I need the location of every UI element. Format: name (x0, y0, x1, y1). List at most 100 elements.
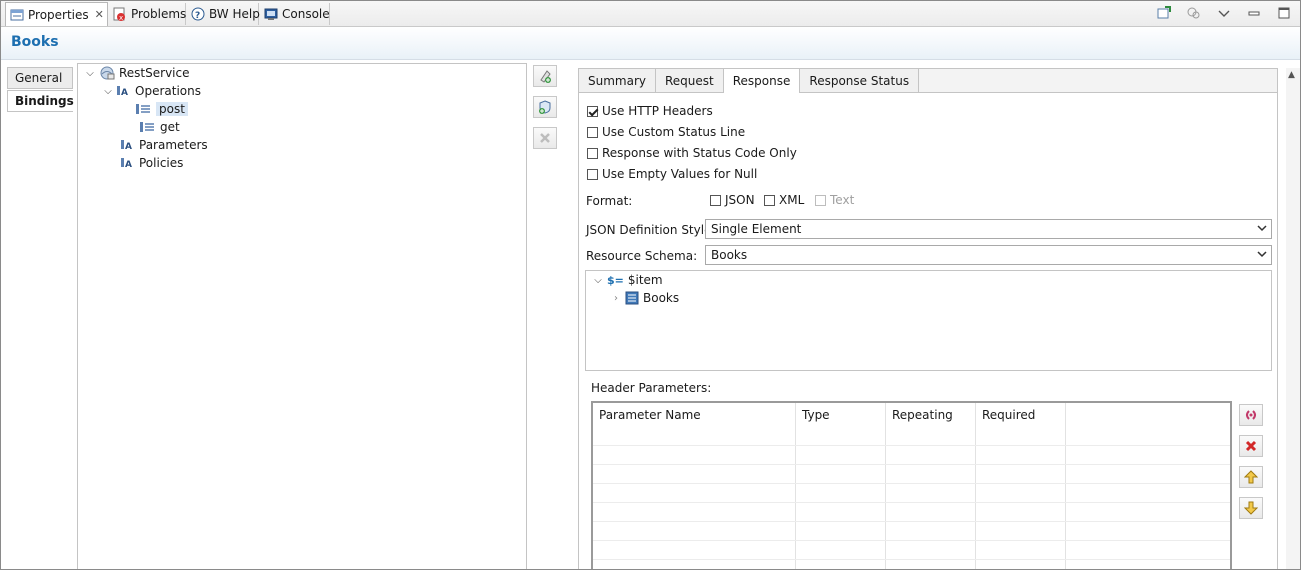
delete-icon (540, 133, 550, 143)
view-menu-icon[interactable] (1216, 5, 1232, 21)
tree-node-operations[interactable]: ⌵ A Operations (102, 82, 201, 100)
format-label: Format: (586, 194, 633, 208)
checkbox-label: Use Custom Status Line (602, 125, 746, 139)
tab-summary[interactable]: Summary (579, 69, 656, 92)
tab-label: Bindings (15, 94, 74, 108)
header-parameters-table[interactable]: Parameter Name Type Repeating Required (591, 401, 1232, 569)
checkbox-label: XML (779, 193, 805, 207)
tab-response[interactable]: Response (723, 69, 801, 93)
chevron-down-icon[interactable]: ⌵ (592, 275, 604, 286)
checkbox-checked[interactable] (587, 105, 598, 117)
table-row[interactable] (593, 559, 1230, 569)
tree-node-post[interactable]: post (136, 100, 188, 118)
tab-label: Response Status (809, 73, 910, 88)
empty-values-null-checkbox[interactable]: Use Empty Values for Null (587, 167, 757, 181)
checkbox-box[interactable] (587, 126, 598, 138)
help-icon: ? (191, 7, 205, 21)
resource-schema-dropdown[interactable]: Books (705, 245, 1272, 265)
tab-problems[interactable]: x Problems (109, 3, 186, 25)
minimize-icon[interactable] (1246, 5, 1262, 21)
close-icon[interactable]: ✕ (95, 8, 104, 21)
link-icon[interactable] (1186, 5, 1202, 21)
schema-node-item[interactable]: ⌵ $= $item (592, 271, 663, 289)
tree-label: $item (627, 273, 663, 287)
checkbox-label: Use Empty Values for Null (602, 167, 758, 181)
checkbox-box (815, 194, 826, 206)
tab-request[interactable]: Request (656, 69, 724, 92)
move-up-button[interactable] (1239, 466, 1263, 488)
problems-icon: x (113, 7, 127, 22)
operation-icon (136, 103, 152, 115)
checkbox-box[interactable] (710, 194, 721, 206)
tab-label: Console (282, 7, 330, 21)
json-style-label: JSON Definition Style: (586, 223, 716, 237)
tree-label: get (160, 120, 180, 134)
add-policy-button[interactable] (533, 96, 557, 118)
delete-button[interactable] (533, 127, 557, 149)
console-icon (264, 7, 278, 21)
operations-tree: ⌵ RestService ⌵ A Operations post get A … (77, 63, 527, 569)
remove-header-button[interactable] (1239, 435, 1263, 457)
table-row[interactable] (593, 445, 1230, 464)
scroll-up-icon[interactable]: ▲ (1288, 70, 1295, 80)
pin-view-icon[interactable] (1156, 5, 1172, 21)
status-code-only-checkbox[interactable]: Response with Status Code Only (587, 146, 797, 160)
tab-bindings[interactable]: Bindings (7, 90, 74, 112)
format-xml-checkbox[interactable]: XML (764, 193, 804, 207)
tree-node-parameters[interactable]: A Parameters (121, 136, 208, 154)
json-style-dropdown[interactable]: Single Element (705, 219, 1272, 239)
tab-properties[interactable]: Properties ✕ (5, 2, 108, 26)
folder-node-icon: A (117, 85, 131, 97)
column-header: Parameter Name (599, 408, 701, 422)
properties-icon (10, 8, 24, 22)
checkbox-label: Response with Status Code Only (602, 146, 797, 160)
table-row[interactable] (593, 521, 1230, 540)
table-row[interactable] (593, 464, 1230, 483)
column-header: Type (802, 408, 830, 422)
svg-text:x: x (119, 14, 123, 21)
add-policy-icon (539, 100, 551, 114)
add-operation-button[interactable] (533, 65, 557, 87)
svg-text:A: A (125, 160, 132, 169)
tab-response-status[interactable]: Response Status (800, 69, 920, 92)
header-parameters-label: Header Parameters: (591, 381, 712, 395)
tree-node-policies[interactable]: A Policies (121, 154, 183, 172)
use-http-headers-checkbox[interactable]: Use HTTP Headers (587, 104, 713, 118)
view-tab-bar: Properties ✕ x Problems ? BW Help Consol… (1, 1, 1300, 27)
move-down-button[interactable] (1239, 497, 1263, 519)
chevron-down-icon[interactable]: ⌵ (84, 68, 96, 79)
tab-console[interactable]: Console (260, 3, 330, 25)
table-row[interactable] (593, 540, 1230, 559)
format-text-checkbox: Text (815, 193, 854, 207)
chevron-right-icon[interactable]: › (610, 293, 622, 304)
properties-header: Books (1, 27, 1300, 60)
tab-bw-help[interactable]: ? BW Help (187, 3, 260, 25)
tab-general[interactable]: General (7, 67, 73, 89)
checkbox-label: JSON (725, 193, 755, 207)
element-icon (625, 291, 639, 305)
tab-label: Properties (28, 7, 89, 22)
schema-node-books[interactable]: › Books (610, 289, 679, 307)
tree-node-rest-service[interactable]: ⌵ RestService (84, 64, 189, 82)
tree-label: Books (643, 291, 680, 305)
dropdown-value: Single Element (711, 222, 802, 236)
schema-tree: ⌵ $= $item › Books (585, 270, 1272, 371)
table-row[interactable] (593, 483, 1230, 502)
use-custom-status-line-checkbox[interactable]: Use Custom Status Line (587, 125, 745, 139)
vertical-scrollbar[interactable]: ▲ (1286, 68, 1300, 569)
svg-text:A: A (121, 88, 128, 97)
checkbox-label: Use HTTP Headers (602, 104, 713, 118)
chevron-down-icon[interactable]: ⌵ (102, 86, 114, 97)
maximize-icon[interactable] (1276, 5, 1292, 21)
checkbox-box[interactable] (587, 147, 598, 159)
tree-node-get[interactable]: get (140, 118, 180, 136)
response-tabs: Summary Request Response Response Status (579, 69, 1277, 93)
view-toolbar (1156, 5, 1292, 21)
folder-node-icon: A (121, 157, 135, 169)
checkbox-box[interactable] (587, 168, 598, 180)
properties-view: Properties ✕ x Problems ? BW Help Consol… (0, 0, 1301, 570)
add-header-button[interactable] (1239, 404, 1263, 426)
table-row[interactable] (593, 502, 1230, 521)
format-json-checkbox[interactable]: JSON (710, 193, 755, 207)
checkbox-box[interactable] (764, 194, 775, 206)
